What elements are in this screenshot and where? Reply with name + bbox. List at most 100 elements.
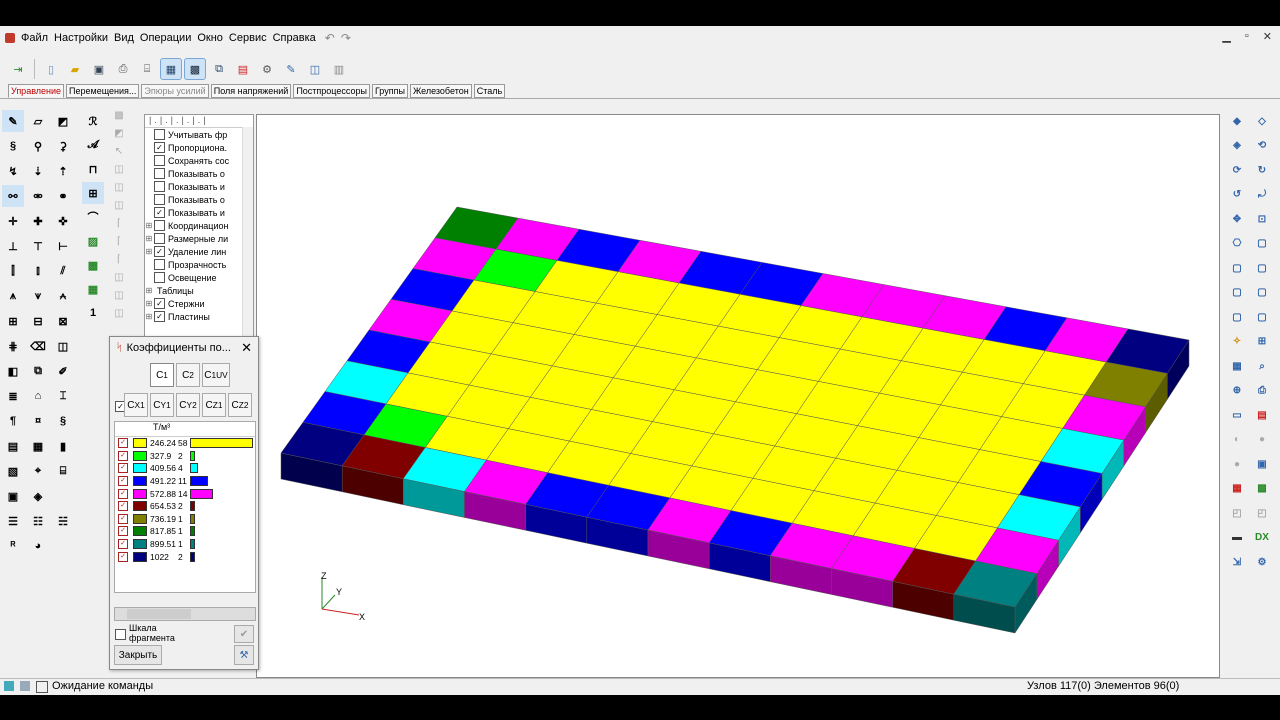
param-3-icon[interactable]: § bbox=[52, 410, 74, 432]
tools-icon[interactable]: ✎ bbox=[281, 59, 301, 79]
tree-row[interactable]: ⊞ Размерные ли bbox=[145, 232, 253, 245]
settings-icon[interactable]: ⚙ bbox=[257, 59, 277, 79]
copy-icon[interactable]: ⧉ bbox=[27, 360, 49, 382]
coef-cx1-button[interactable]: C X1 bbox=[124, 393, 148, 417]
window-icon[interactable]: ◫ bbox=[305, 59, 325, 79]
save-icon[interactable]: ▣ bbox=[89, 59, 109, 79]
select-icon[interactable]: ▦ bbox=[1226, 355, 1248, 377]
legend-row-checkbox[interactable]: ✓ bbox=[118, 438, 128, 449]
legend-row-checkbox[interactable]: ✓ bbox=[118, 526, 128, 537]
fragment-icon[interactable]: ⎔ bbox=[1226, 233, 1248, 255]
building-icon[interactable]: ⌸ bbox=[52, 460, 74, 482]
coef-c2-button[interactable]: C2 bbox=[176, 363, 200, 387]
tank-icon[interactable]: ◈ bbox=[27, 485, 49, 507]
case-icon[interactable]: ◰ bbox=[1226, 502, 1248, 524]
hinge-2-icon[interactable]: ⚮ bbox=[27, 185, 49, 207]
legend-color-swatch[interactable] bbox=[133, 513, 147, 524]
filter-icon[interactable]: ✧ bbox=[1226, 331, 1248, 353]
force-icon[interactable]: ⇣ bbox=[27, 160, 49, 182]
legend-row[interactable]: ✓ 654.53 2 bbox=[115, 500, 255, 513]
legend-row-checkbox[interactable]: ✓ bbox=[118, 551, 128, 562]
split-icon[interactable]: ⊞ bbox=[1251, 331, 1273, 353]
eraser-icon[interactable]: ⌫ bbox=[27, 335, 49, 357]
tree-checkbox[interactable] bbox=[154, 155, 165, 166]
tab-steel[interactable]: Сталь bbox=[473, 84, 506, 98]
tree-checkbox[interactable]: ✓ bbox=[154, 246, 165, 257]
legend-row-checkbox[interactable]: ✓ bbox=[118, 513, 128, 524]
view-front-icon[interactable]: ◈ bbox=[1226, 135, 1248, 157]
menu-service[interactable]: Сервис bbox=[226, 32, 270, 44]
legend-color-swatch[interactable] bbox=[133, 476, 147, 487]
apply-icon[interactable]: ✔ bbox=[234, 625, 254, 643]
tree-row[interactable]: Учитывать фр bbox=[145, 128, 253, 141]
legend-row-checkbox[interactable]: ✓ bbox=[118, 450, 128, 461]
legend-color-swatch[interactable] bbox=[133, 450, 147, 461]
tab-postprocessors[interactable]: Постпроцессоры bbox=[293, 84, 370, 98]
legend-row-checkbox[interactable]: ✓ bbox=[118, 463, 128, 474]
frame-view-icon[interactable]: ▣ bbox=[1251, 453, 1273, 475]
tab-groups[interactable]: Группы bbox=[371, 84, 408, 98]
grid-view-2-icon[interactable]: ▩ bbox=[1251, 478, 1273, 500]
grid-icon[interactable]: ▦ bbox=[160, 58, 182, 80]
zoom-icon[interactable]: ⊕ bbox=[1226, 380, 1248, 402]
legend-color-swatch[interactable] bbox=[133, 501, 147, 512]
tree-expand-icon[interactable]: ⊞ bbox=[145, 221, 153, 230]
plate-icon[interactable]: ▱ bbox=[27, 110, 49, 132]
legend-color-swatch[interactable] bbox=[133, 526, 147, 537]
rotate-y-icon[interactable]: ↻ bbox=[1251, 159, 1273, 181]
tree-checkbox[interactable]: ✓ bbox=[154, 298, 165, 309]
box-icon[interactable]: ◫ bbox=[52, 335, 74, 357]
pile-icon[interactable]: ⌶ bbox=[52, 385, 74, 407]
hinge-icon[interactable]: ⚯ bbox=[2, 185, 24, 207]
tree-expand-icon[interactable]: ⊞ bbox=[145, 234, 153, 243]
sphere-icon[interactable]: ● bbox=[1251, 429, 1273, 451]
menu-view[interactable]: Вид bbox=[111, 32, 137, 44]
legend-row[interactable]: ✓ 817.85 1 bbox=[115, 525, 255, 538]
map-3-icon[interactable]: ▦ bbox=[82, 278, 104, 300]
legend-scrollbar[interactable] bbox=[114, 607, 256, 621]
tree-row[interactable]: Показывать и bbox=[145, 180, 253, 193]
truss-icon[interactable]: ⩚ bbox=[2, 285, 24, 307]
legend-row[interactable]: ✓ 736.19 1 bbox=[115, 513, 255, 526]
tree-checkbox[interactable]: ✓ bbox=[154, 207, 165, 218]
tab-management[interactable]: Управление bbox=[8, 84, 65, 98]
open-folder-icon[interactable]: ▰ bbox=[65, 59, 85, 79]
tab-stress-fields[interactable]: Поля напряжений bbox=[210, 84, 292, 98]
support-icon[interactable]: ⚲ bbox=[27, 135, 49, 157]
cube-3-icon[interactable]: ▢ bbox=[1251, 257, 1273, 279]
tree-checkbox[interactable] bbox=[154, 181, 165, 192]
tree-checkbox[interactable]: ✓ bbox=[154, 142, 165, 153]
fragment-scale-checkbox[interactable] bbox=[115, 629, 126, 640]
cube-7-icon[interactable]: ▢ bbox=[1251, 306, 1273, 328]
tree-row[interactable]: ⊞ Таблицы bbox=[145, 284, 253, 297]
tree-row[interactable]: Освещение bbox=[145, 271, 253, 284]
tree-expand-icon[interactable]: ⊞ bbox=[145, 247, 153, 256]
tree-row[interactable]: ⊞ ✓ Удаление лин bbox=[145, 245, 253, 258]
tree-checkbox[interactable] bbox=[154, 194, 165, 205]
legend-color-swatch[interactable] bbox=[133, 551, 147, 562]
dialog-close-icon[interactable]: ✕ bbox=[241, 340, 252, 356]
rebar-icon[interactable]: ⫿ bbox=[2, 260, 24, 282]
coef-cz2-button[interactable]: C Z2 bbox=[228, 393, 252, 417]
grid-view-icon[interactable]: ▦ bbox=[1226, 478, 1248, 500]
chart-icon[interactable]: ▮ bbox=[52, 435, 74, 457]
coef-cz1-button[interactable]: C Z1 bbox=[202, 393, 226, 417]
frame-icon[interactable]: ⊓ bbox=[82, 158, 104, 180]
section-icon[interactable]: ⌖ bbox=[27, 460, 49, 482]
tree-row[interactable]: Сохранять сос bbox=[145, 154, 253, 167]
legend-row[interactable]: ✓ 899.51 1 bbox=[115, 538, 255, 551]
tree-scrollbar[interactable] bbox=[242, 127, 253, 337]
node-load-icon[interactable]: ↯ bbox=[2, 160, 24, 182]
view-top-icon[interactable]: ◆ bbox=[1226, 110, 1248, 132]
menu-settings[interactable]: Настройки bbox=[51, 32, 111, 44]
frame-2-icon[interactable]: ⊞ bbox=[82, 182, 104, 204]
rotate-x-icon[interactable]: ⟳ bbox=[1226, 159, 1248, 181]
undo-icon[interactable]: ↶ bbox=[325, 31, 335, 45]
html-icon[interactable]: ▤ bbox=[233, 59, 253, 79]
cube-6-icon[interactable]: ▢ bbox=[1226, 306, 1248, 328]
cross-2-icon[interactable]: ✚ bbox=[27, 210, 49, 232]
model-viewport[interactable]: Z Y X bbox=[256, 114, 1220, 678]
cube-2-icon[interactable]: ▢ bbox=[1226, 257, 1248, 279]
close-button[interactable]: Закрыть bbox=[114, 645, 162, 665]
legend-row[interactable]: ✓ 409.56 4 bbox=[115, 462, 255, 475]
